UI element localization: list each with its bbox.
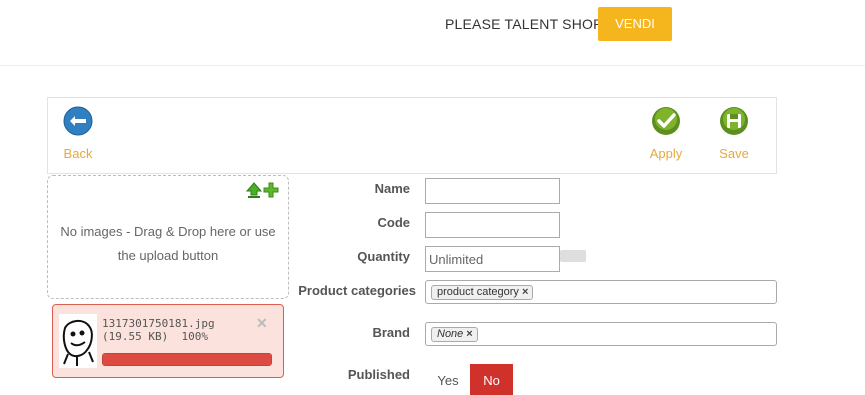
- dropzone-message: No images - Drag & Drop here or use the …: [60, 224, 276, 263]
- name-input[interactable]: [425, 178, 560, 204]
- vendi-button[interactable]: VENDI: [598, 7, 672, 41]
- back-arrow-icon: [63, 106, 93, 136]
- published-yes-button[interactable]: Yes: [430, 364, 466, 395]
- file-meta: (19.55 KB) 100%: [102, 330, 208, 343]
- brand-tag-label: None: [437, 328, 464, 340]
- add-icon[interactable]: [263, 182, 279, 198]
- remove-brand-icon[interactable]: ×: [466, 328, 472, 340]
- published-no-button[interactable]: No: [470, 364, 513, 395]
- upload-progress-bar: [102, 353, 272, 366]
- quantity-label: Quantity: [357, 249, 410, 264]
- code-label: Code: [377, 215, 411, 230]
- category-tag: product category ×: [431, 285, 534, 300]
- file-name: 1317301750181.jpg: [102, 317, 215, 330]
- back-button[interactable]: Back: [58, 106, 98, 161]
- remove-category-icon[interactable]: ×: [522, 286, 528, 298]
- quantity-toggle[interactable]: [560, 250, 586, 262]
- apply-button[interactable]: Apply: [644, 106, 688, 161]
- back-label: Back: [63, 146, 93, 161]
- save-button[interactable]: Save: [714, 106, 754, 161]
- uploaded-file-card: 1317301750181.jpg (19.55 KB) 100% ✕: [52, 304, 284, 378]
- checkmark-icon: [652, 107, 680, 135]
- product-categories-select[interactable]: product category ×: [425, 280, 777, 304]
- apply-label: Apply: [649, 146, 683, 161]
- name-label: Name: [374, 181, 410, 196]
- published-label: Published: [347, 367, 410, 382]
- image-dropzone[interactable]: No images - Drag & Drop here or use the …: [47, 175, 289, 299]
- upload-progress-fill: [103, 354, 271, 365]
- save-label: Save: [719, 146, 749, 161]
- quantity-input[interactable]: [425, 246, 560, 272]
- floppy-disk-icon: [720, 107, 748, 135]
- brand-label: Brand: [372, 325, 410, 340]
- dropzone-actions: [246, 182, 280, 198]
- remove-file-icon[interactable]: ✕: [256, 315, 268, 332]
- upload-percent: 100%: [181, 330, 208, 343]
- upload-icon[interactable]: [246, 182, 262, 198]
- file-size: (19.55 KB): [102, 330, 169, 343]
- category-tag-label: product category: [437, 286, 519, 298]
- top-bar: PLEASE TALENT SHOP VENDI: [0, 0, 865, 66]
- thumbnail-image: [59, 314, 97, 368]
- product-categories-label: Product categories: [298, 283, 416, 298]
- file-thumbnail: [59, 314, 97, 368]
- toolbar: Back Apply Save: [47, 97, 777, 174]
- brand-tag: None ×: [431, 327, 478, 342]
- brand-select[interactable]: None ×: [425, 322, 777, 346]
- code-input[interactable]: [425, 212, 560, 238]
- shop-name[interactable]: PLEASE TALENT SHOP: [445, 16, 603, 32]
